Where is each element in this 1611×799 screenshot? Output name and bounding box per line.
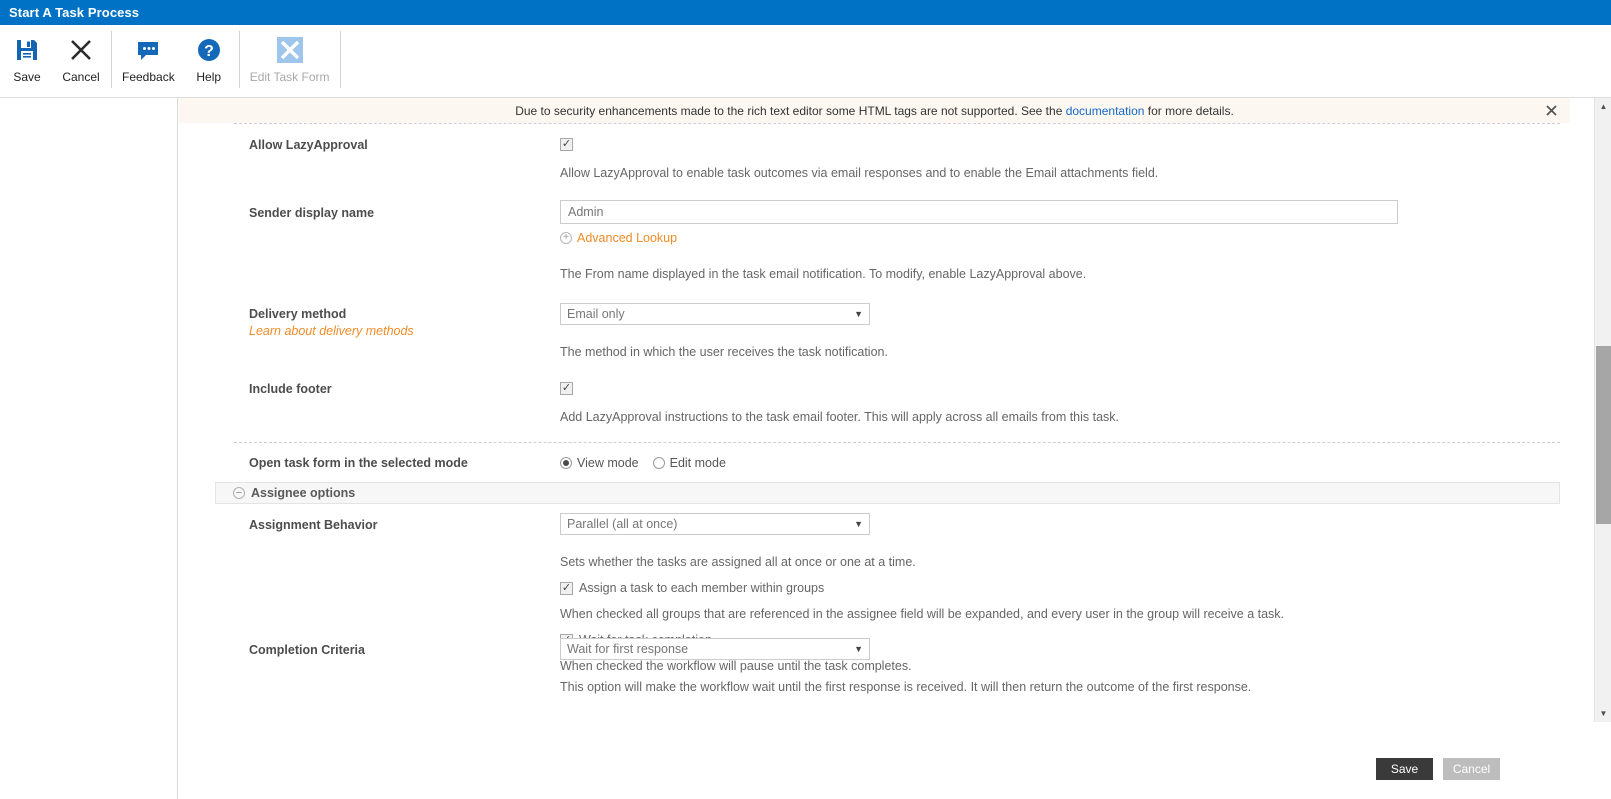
delivery-method-select[interactable]: Email only ▼ bbox=[560, 303, 870, 325]
toolbar-cancel-button[interactable]: Cancel bbox=[54, 25, 108, 97]
toolbar-feedback-label: Feedback bbox=[122, 70, 175, 84]
cancel-button[interactable]: Cancel bbox=[1443, 758, 1500, 780]
main-content-panel: Due to security enhancements made to the… bbox=[179, 98, 1570, 799]
radio-icon-selected bbox=[560, 457, 572, 469]
toolbar-save-label: Save bbox=[13, 70, 41, 84]
notice-text-before: Due to security enhancements made to the… bbox=[515, 103, 1066, 118]
save-icon bbox=[7, 31, 47, 69]
collapse-minus-icon: − bbox=[233, 487, 245, 499]
completion-criteria-select[interactable]: Wait for first response ▼ bbox=[560, 638, 870, 660]
toolbar: Save Cancel Feedback ? Help Edit Task Fo… bbox=[0, 25, 1611, 98]
triangle-down-icon: ▼ bbox=[1599, 709, 1608, 718]
vertical-scrollbar[interactable]: ▲ ▼ bbox=[1594, 98, 1611, 722]
completion-criteria-value: Wait for first response bbox=[567, 642, 689, 656]
completion-criteria-hint: This option will make the workflow wait … bbox=[560, 680, 1252, 694]
scroll-down-button[interactable]: ▼ bbox=[1595, 705, 1611, 722]
assign-each-member-label: Assign a task to each member within grou… bbox=[579, 581, 825, 595]
sender-display-name-label: Sender display name bbox=[249, 206, 375, 220]
assignment-behavior-hint: Sets whether the tasks are assigned all … bbox=[560, 555, 916, 569]
include-footer-checkbox[interactable]: ✓ bbox=[560, 382, 573, 396]
assign-each-member-row: ✓ Assign a task to each member within gr… bbox=[560, 581, 1570, 595]
question-mark-icon: ? bbox=[189, 31, 229, 69]
toolbar-save-button[interactable]: Save bbox=[0, 25, 54, 97]
scroll-up-button[interactable]: ▲ bbox=[1595, 98, 1611, 115]
toolbar-help-label: Help bbox=[196, 70, 222, 84]
advanced-lookup-label: Advanced Lookup bbox=[577, 231, 678, 245]
assignee-options-section-header[interactable]: − Assignee options bbox=[215, 482, 1560, 504]
save-button[interactable]: Save bbox=[1376, 758, 1433, 780]
checkmark-icon: ✓ bbox=[561, 581, 572, 594]
x-form-icon bbox=[270, 31, 310, 69]
chevron-down-icon: ▼ bbox=[854, 309, 863, 319]
toolbar-divider bbox=[339, 31, 341, 88]
edit-mode-label: Edit mode bbox=[669, 456, 726, 470]
allow-lazy-approval-label: Allow LazyApproval bbox=[249, 138, 368, 152]
allow-lazy-approval-hint: Allow LazyApproval to enable task outcom… bbox=[560, 166, 1159, 180]
assignment-behavior-select[interactable]: Parallel (all at once) ▼ bbox=[560, 513, 870, 535]
view-mode-label: View mode bbox=[577, 456, 639, 470]
advanced-lookup-link[interactable]: + Advanced Lookup bbox=[560, 231, 677, 245]
security-notice-text: Due to security enhancements made to the… bbox=[515, 104, 1234, 118]
field-completion-criteria: Completion Criteria Wait for first respo… bbox=[179, 638, 1570, 695]
svg-text:?: ? bbox=[204, 43, 214, 60]
include-footer-label: Include footer bbox=[249, 382, 332, 396]
delivery-method-hint: The method in which the user receives th… bbox=[560, 345, 888, 359]
speech-bubble-icon bbox=[128, 31, 168, 69]
toolbar-edit-task-form-button[interactable]: Edit Task Form bbox=[243, 25, 337, 97]
delivery-method-value: Email only bbox=[567, 307, 625, 321]
toolbar-feedback-button[interactable]: Feedback bbox=[115, 25, 182, 97]
radio-option-view-mode[interactable]: View mode bbox=[560, 456, 639, 470]
window-title-bar: Start A Task Process bbox=[0, 0, 1611, 25]
assignee-options-title: Assignee options bbox=[251, 486, 356, 500]
toolbar-help-button[interactable]: ? Help bbox=[182, 25, 236, 97]
notice-text-after: for more details. bbox=[1144, 103, 1234, 118]
assignment-behavior-value: Parallel (all at once) bbox=[567, 517, 678, 531]
assignment-behavior-label: Assignment Behavior bbox=[249, 518, 378, 532]
toolbar-edit-task-form-label: Edit Task Form bbox=[249, 70, 330, 84]
field-include-footer: Include footer ✓ Add LazyApproval instru… bbox=[179, 380, 1570, 425]
toolbar-divider bbox=[111, 31, 112, 88]
field-open-task-form-mode: Open task form in the selected mode View… bbox=[179, 443, 1570, 472]
triangle-up-icon: ▲ bbox=[1599, 102, 1608, 111]
completion-criteria-label: Completion Criteria bbox=[249, 643, 365, 657]
circle-plus-icon: + bbox=[560, 232, 572, 244]
sender-display-name-input[interactable] bbox=[560, 200, 1398, 224]
include-footer-hint: Add LazyApproval instructions to the tas… bbox=[560, 410, 1120, 424]
left-gutter bbox=[0, 98, 178, 799]
chevron-down-icon: ▼ bbox=[854, 519, 863, 529]
radio-icon-unselected bbox=[652, 457, 665, 469]
radio-option-edit-mode[interactable]: Edit mode bbox=[652, 456, 726, 470]
field-sender-display-name: Sender display name + Advanced Lookup Th… bbox=[179, 200, 1570, 282]
form-action-bar: Save Cancel bbox=[179, 739, 1611, 799]
sender-display-name-hint: The From name displayed in the task emai… bbox=[560, 267, 1087, 281]
checkmark-icon: ✓ bbox=[561, 382, 572, 395]
allow-lazy-approval-checkbox[interactable]: ✓ bbox=[560, 138, 573, 152]
delivery-method-label: Delivery method bbox=[249, 307, 347, 321]
scrollbar-thumb[interactable] bbox=[1596, 346, 1611, 524]
chevron-down-icon: ▼ bbox=[854, 644, 863, 654]
assign-each-member-checkbox[interactable]: ✓ bbox=[560, 581, 573, 595]
open-task-form-mode-label: Open task form in the selected mode bbox=[249, 456, 468, 470]
assign-each-member-hint: When checked all groups that are referen… bbox=[560, 607, 1285, 621]
security-notice-bar: Due to security enhancements made to the… bbox=[179, 98, 1570, 123]
field-delivery-method: Delivery method Learn about delivery met… bbox=[179, 303, 1570, 360]
documentation-link[interactable]: documentation bbox=[1066, 104, 1145, 118]
close-icon[interactable] bbox=[1544, 104, 1558, 118]
toolbar-cancel-label: Cancel bbox=[62, 70, 100, 84]
close-x-icon bbox=[61, 31, 101, 69]
learn-about-delivery-methods-link[interactable]: Learn about delivery methods bbox=[249, 323, 560, 340]
window-title: Start A Task Process bbox=[9, 5, 140, 20]
open-task-form-mode-radio-group: View mode Edit mode bbox=[560, 454, 1570, 470]
task-settings-form: Allow LazyApproval ✓ Allow LazyApproval … bbox=[179, 124, 1570, 695]
field-allow-lazy-approval: Allow LazyApproval ✓ Allow LazyApproval … bbox=[179, 124, 1570, 181]
checkmark-icon: ✓ bbox=[561, 138, 572, 151]
toolbar-divider bbox=[238, 31, 240, 88]
